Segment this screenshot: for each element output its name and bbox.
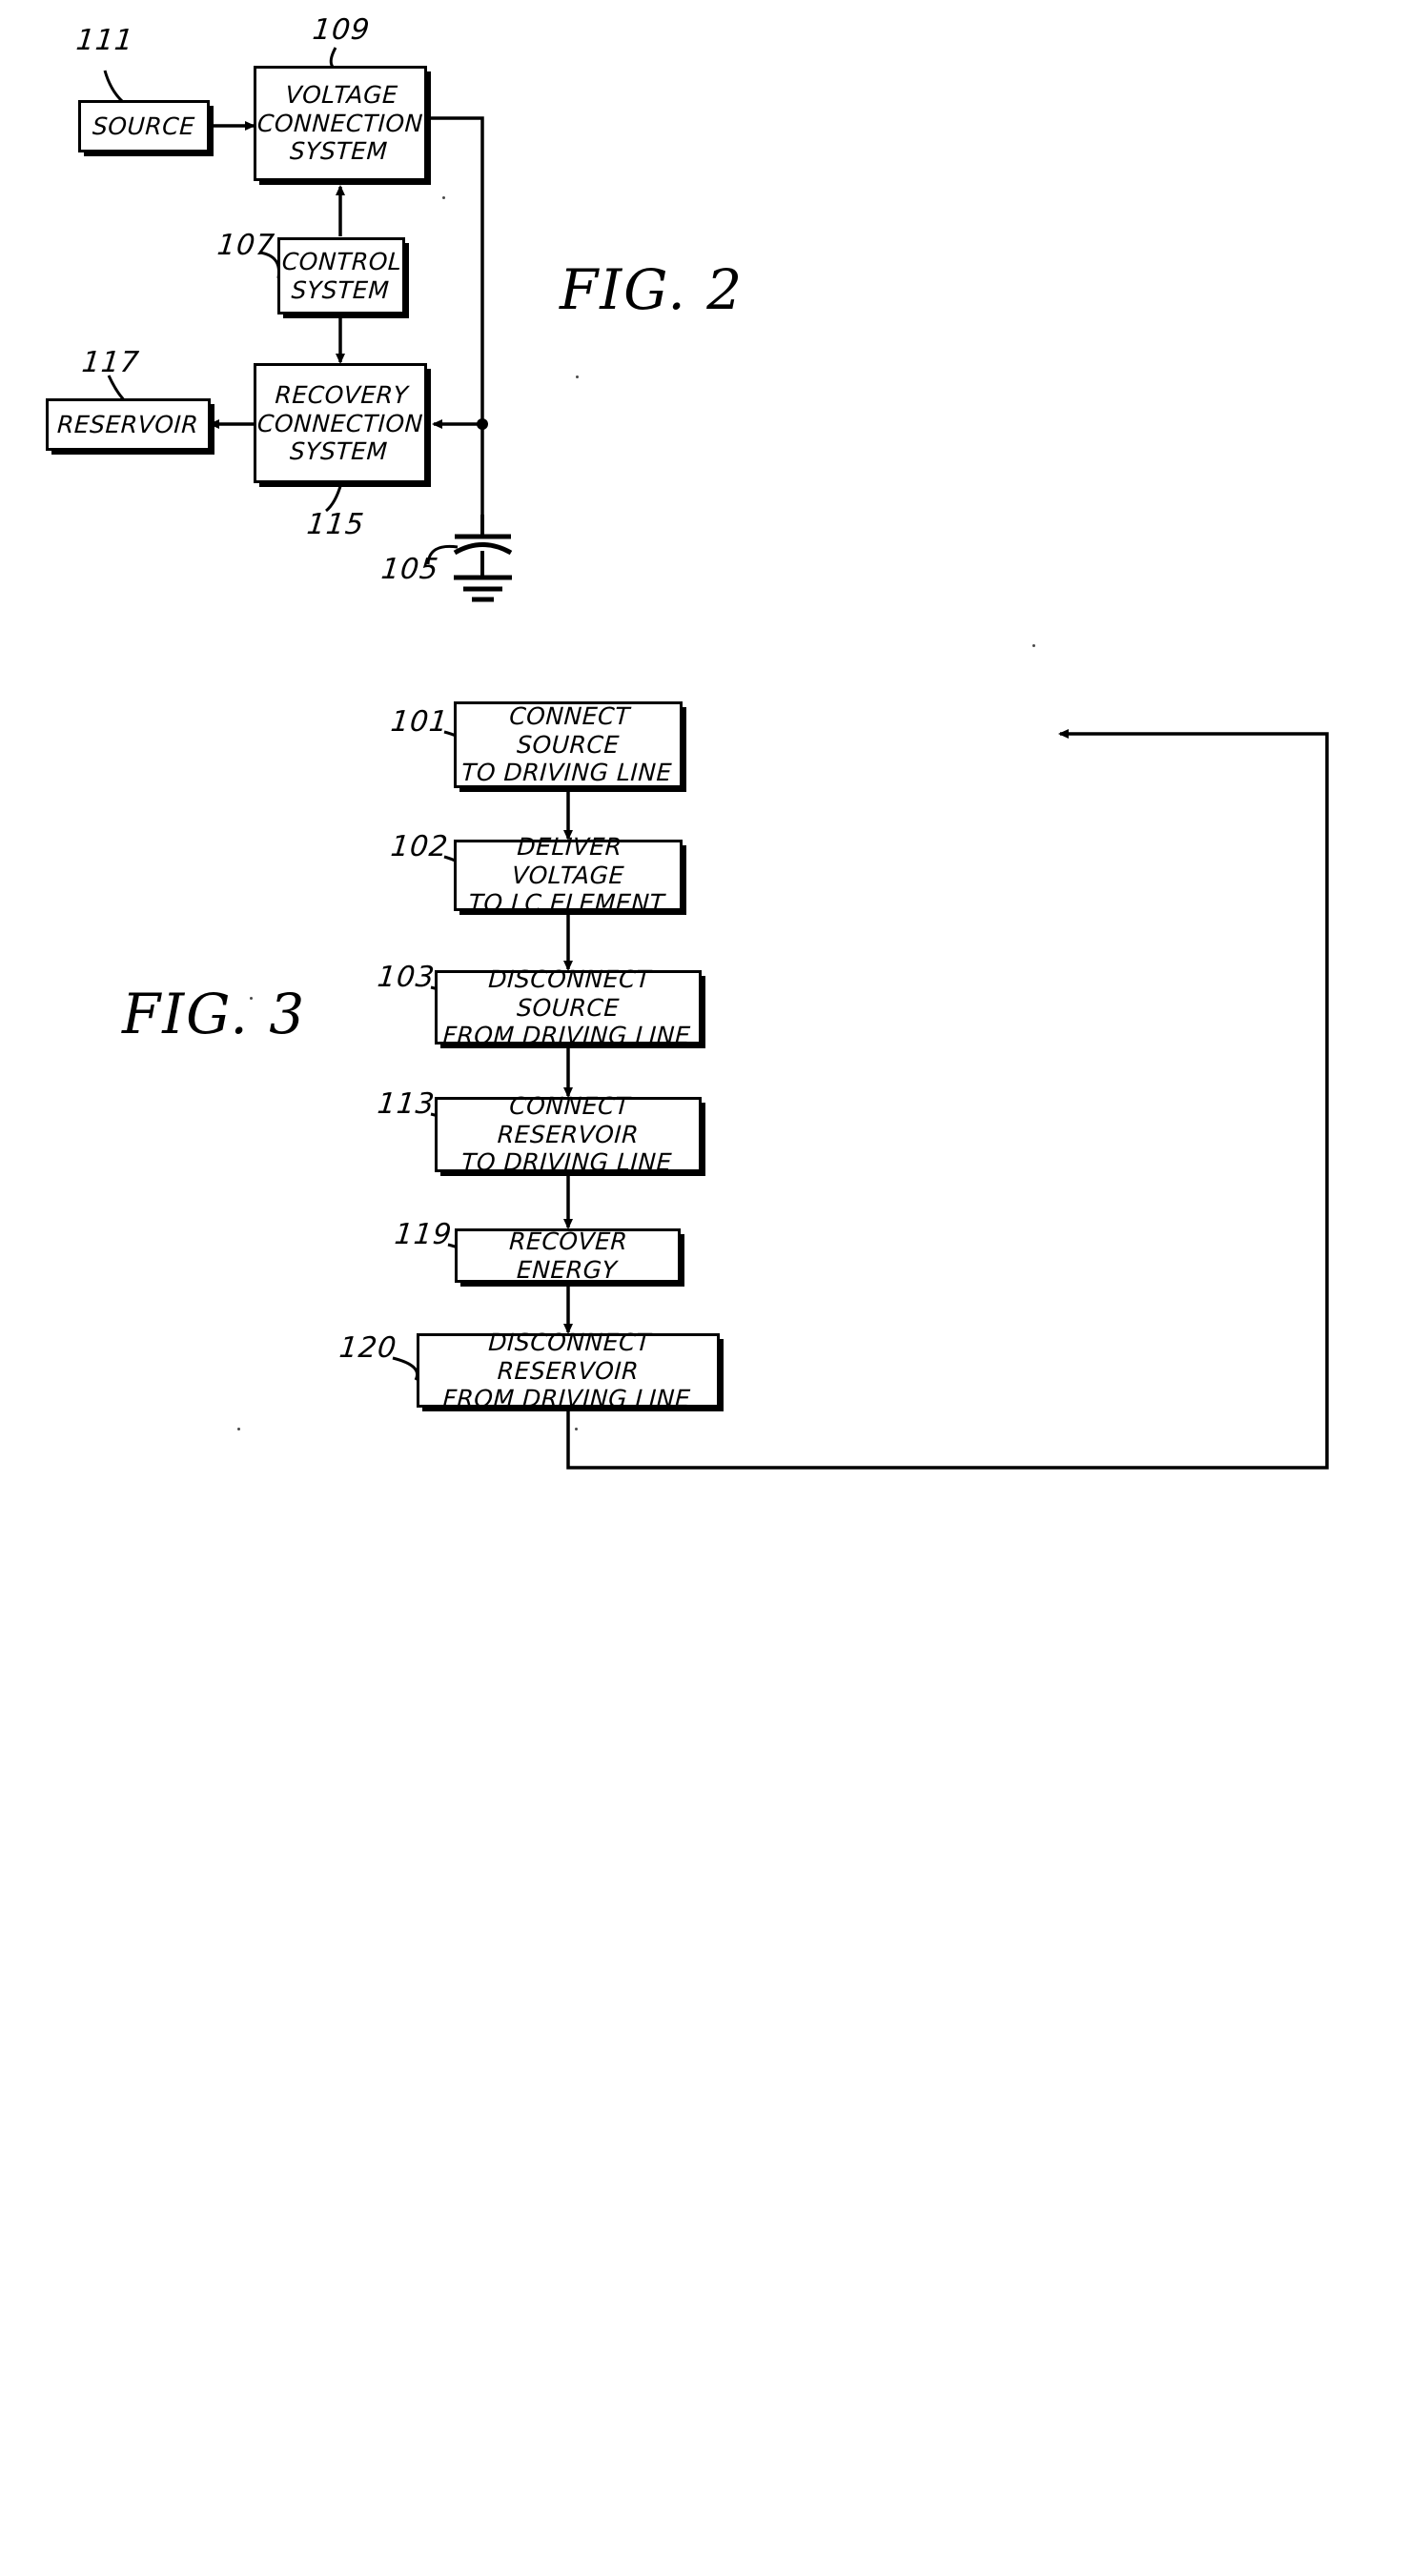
fig3-step-113[interactable]: CONNECT RESERVOIR TO DRIVING LINE <box>435 1092 702 1176</box>
fig3-step-119-label: RECOVER ENERGY <box>508 1227 629 1284</box>
scan-speck <box>250 997 253 1000</box>
fig3-ref-101: 101 <box>389 705 451 739</box>
fig2-block-voltage-connection-label: VOLTAGE CONNECTION SYSTEM <box>256 81 424 166</box>
scan-speck <box>442 196 445 199</box>
fig2-title: FIG. 2 <box>560 257 745 322</box>
fig3-ref-119: 119 <box>393 1218 455 1251</box>
fig2-block-source[interactable]: SOURCE <box>78 100 210 152</box>
fig2-ref-115: 115 <box>305 508 367 541</box>
fig2-block-recovery-connection[interactable]: RECOVERY CONNECTION SYSTEM <box>254 363 427 483</box>
fig2-block-reservoir[interactable]: RESERVOIR <box>46 398 211 451</box>
fig3-step-120-label: DISCONNECT RESERVOIR FROM DRIVING LINE <box>441 1328 692 1412</box>
scan-speck <box>576 375 579 378</box>
scan-speck <box>1032 644 1035 647</box>
fig2-block-control-system-label: CONTROL SYSTEM <box>281 248 403 304</box>
fig3-ref-102: 102 <box>389 830 451 863</box>
connector-layer <box>103 47 1329 1470</box>
fig3-step-101[interactable]: CONNECT SOURCE TO DRIVING LINE <box>454 701 683 788</box>
fig2-ref-111: 111 <box>74 24 136 57</box>
fig3-title: FIG. 3 <box>122 982 307 1046</box>
fig2-block-control-system[interactable]: CONTROL SYSTEM <box>277 237 405 314</box>
fig2-block-recovery-connection-label: RECOVERY CONNECTION SYSTEM <box>256 380 424 465</box>
fig2-ref-109: 109 <box>311 13 373 47</box>
fig2-block-voltage-connection[interactable]: VOLTAGE CONNECTION SYSTEM <box>254 66 427 181</box>
fig3-step-101-label: CONNECT SOURCE TO DRIVING LINE <box>460 702 673 787</box>
fig3-step-103[interactable]: DISCONNECT SOURCE FROM DRIVING LINE <box>435 965 702 1049</box>
fig3-step-119[interactable]: RECOVER ENERGY <box>455 1227 681 1284</box>
fig3-step-102-label: DELIVER VOLTAGE TO LC ELEMENT <box>467 833 666 918</box>
fig2-ref-117: 117 <box>80 346 142 379</box>
fig3-step-103-label: DISCONNECT SOURCE FROM DRIVING LINE <box>441 964 692 1049</box>
fig3-ref-113: 113 <box>376 1087 438 1121</box>
drawing-sheet: SOURCE VOLTAGE CONNECTION SYSTEM CONTROL… <box>0 0 1408 2576</box>
fig2-block-source-label: SOURCE <box>92 112 196 140</box>
scan-speck <box>237 1428 240 1430</box>
fig2-ref-107: 107 <box>215 229 277 262</box>
fig2-block-reservoir-label: RESERVOIR <box>56 410 200 438</box>
fig3-step-102[interactable]: DELIVER VOLTAGE TO LC ELEMENT <box>454 833 683 917</box>
fig2-ref-105: 105 <box>379 553 441 586</box>
fig3-step-113-label: CONNECT RESERVOIR TO DRIVING LINE <box>460 1092 673 1177</box>
scan-speck <box>575 1428 578 1430</box>
fig3-step-120[interactable]: DISCONNECT RESERVOIR FROM DRIVING LINE <box>417 1329 720 1412</box>
fig3-ref-120: 120 <box>337 1331 399 1365</box>
fig3-ref-103: 103 <box>376 961 438 994</box>
